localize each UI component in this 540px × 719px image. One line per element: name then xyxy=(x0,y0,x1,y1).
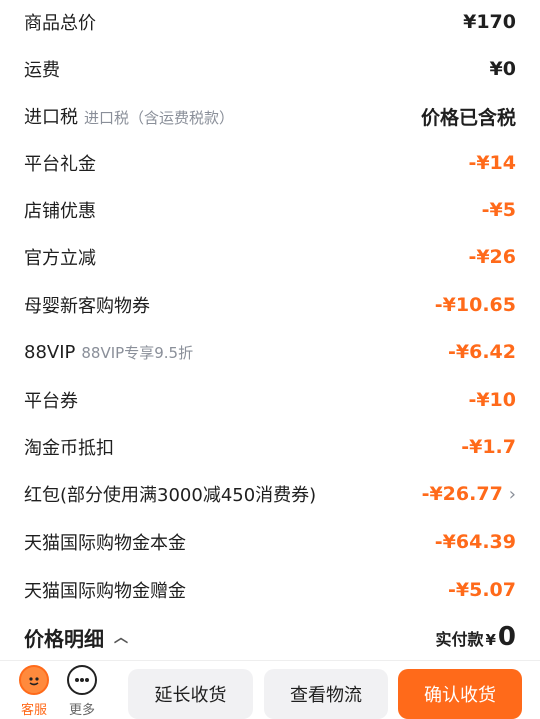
chevron-up-icon: ︿ xyxy=(114,630,128,646)
extend-receipt-button[interactable]: 延长收货 xyxy=(128,669,253,719)
price-row-left: 淘金币抵扣 xyxy=(24,434,114,460)
price-summary-bar: 价格明细 ︿ 实付款 ¥ 0 xyxy=(0,618,540,656)
confirm-receipt-button[interactable]: 确认收货 xyxy=(398,669,522,719)
paid-currency: ¥ xyxy=(485,631,496,649)
price-row-label: 88VIP xyxy=(24,341,76,363)
price-row[interactable]: 红包(部分使用满3000减450消费券) -¥26.77 › xyxy=(0,474,540,514)
price-row-right: -¥26 xyxy=(468,246,516,268)
price-row-value: -¥1.7 xyxy=(461,436,516,458)
price-row-note: 进口税（含运费税款） xyxy=(84,109,235,127)
price-row-label: 官方立减 xyxy=(24,248,96,269)
chevron-right-icon: › xyxy=(508,483,516,505)
price-row-left: 商品总价 xyxy=(24,9,96,35)
price-detail-title: 价格明细 xyxy=(24,626,104,651)
price-row-right: ¥0 xyxy=(490,58,516,80)
price-row-left: 天猫国际购物金本金 xyxy=(24,529,186,555)
price-row: 平台券 -¥10 xyxy=(0,380,540,420)
price-row-label: 店铺优惠 xyxy=(24,201,96,222)
price-row: 运费 ¥0 xyxy=(0,49,540,89)
price-row: 天猫国际购物金赠金 -¥5.07 xyxy=(0,570,540,610)
price-row-right: 价格已含税 xyxy=(421,103,516,130)
price-row: 母婴新客购物券 -¥10.65 xyxy=(0,285,540,325)
price-row-label: 红包(部分使用满3000减450消费券) xyxy=(24,485,317,506)
price-row-left: 母婴新客购物券 xyxy=(24,292,150,318)
price-row-right: -¥1.7 xyxy=(461,436,516,458)
price-row-left: 88VIP 88VIP专享9.5折 xyxy=(24,342,193,363)
price-row-left: 店铺优惠 xyxy=(24,197,96,223)
price-row-right: -¥10 xyxy=(468,389,516,411)
service-face-icon xyxy=(19,665,49,695)
price-row-label: 天猫国际购物金本金 xyxy=(24,533,186,554)
price-row: 88VIP 88VIP专享9.5折 -¥6.42 xyxy=(0,332,540,372)
price-row-label: 商品总价 xyxy=(24,13,96,34)
service-label: 客服 xyxy=(20,703,47,718)
price-row-right: -¥10.65 xyxy=(435,294,516,316)
price-row-right: -¥14 xyxy=(468,152,516,174)
view-logistics-button[interactable]: 查看物流 xyxy=(264,669,388,719)
price-row-left: 平台礼金 xyxy=(24,150,96,176)
price-row-label: 进口税 xyxy=(24,107,78,128)
price-row-value: -¥14 xyxy=(468,152,516,174)
price-row-label: 天猫国际购物金赠金 xyxy=(24,581,186,602)
price-row-right: -¥5 xyxy=(482,199,516,221)
price-row: 官方立减 -¥26 xyxy=(0,237,540,277)
price-row-value: -¥6.42 xyxy=(448,341,516,363)
price-row-value: -¥26 xyxy=(468,246,516,268)
price-row-left: 红包(部分使用满3000减450消费券) xyxy=(24,481,316,507)
price-row-value: -¥64.39 xyxy=(434,531,516,553)
price-row-right: -¥6.42 xyxy=(448,341,516,363)
price-row-left: 进口税 进口税（含运费税款） xyxy=(24,103,234,129)
customer-service-button[interactable]: 客服 xyxy=(12,665,56,719)
price-row-label: 平台券 xyxy=(24,391,78,412)
price-row-value: 价格已含税 xyxy=(420,106,516,129)
price-row: 店铺优惠 -¥5 xyxy=(0,190,540,230)
price-row: 进口税 进口税（含运费税款） 价格已含税 xyxy=(0,96,540,136)
price-row: 天猫国际购物金本金 -¥64.39 xyxy=(0,522,540,562)
price-row-value: ¥0 xyxy=(489,58,516,80)
price-row-right: -¥64.39 xyxy=(435,531,516,553)
price-row-value: -¥26.77 xyxy=(421,483,503,505)
price-row-right: ¥170 xyxy=(463,11,516,33)
price-row-note: 88VIP专享9.5折 xyxy=(81,343,194,362)
price-row-left: 运费 xyxy=(24,56,60,82)
price-row: 淘金币抵扣 -¥1.7 xyxy=(0,427,540,467)
price-row-label: 母婴新客购物券 xyxy=(24,296,150,317)
price-row-right: -¥5.07 xyxy=(448,579,516,601)
price-row-right: -¥26.77 › xyxy=(422,483,516,505)
price-row-value: -¥5.07 xyxy=(448,579,516,601)
price-row-left: 天猫国际购物金赠金 xyxy=(24,577,186,603)
paid-label: 实付款 xyxy=(435,630,484,649)
more-dots-icon xyxy=(67,665,97,695)
price-row-value: -¥10.65 xyxy=(434,294,516,316)
paid-amount: 实付款 ¥ 0 xyxy=(435,622,516,652)
price-row: 平台礼金 -¥14 xyxy=(0,143,540,183)
price-row-value: ¥170 xyxy=(463,11,516,33)
price-row-left: 平台券 xyxy=(24,387,78,413)
price-row-label: 淘金币抵扣 xyxy=(24,438,114,459)
price-row: 商品总价 ¥170 xyxy=(0,2,540,42)
more-button[interactable]: 更多 xyxy=(60,665,104,719)
price-detail-toggle[interactable]: 价格明细 ︿ xyxy=(24,623,128,652)
price-row-label: 运费 xyxy=(24,60,60,81)
price-row-left: 官方立减 xyxy=(24,244,96,270)
bottom-action-bar: 客服 更多 延长收货 查看物流 确认收货 xyxy=(0,660,540,719)
price-row-value: -¥5 xyxy=(481,199,516,221)
more-label: 更多 xyxy=(68,703,95,718)
price-row-label: 平台礼金 xyxy=(24,154,96,175)
price-row-value: -¥10 xyxy=(468,389,516,411)
paid-value: 0 xyxy=(497,622,516,652)
